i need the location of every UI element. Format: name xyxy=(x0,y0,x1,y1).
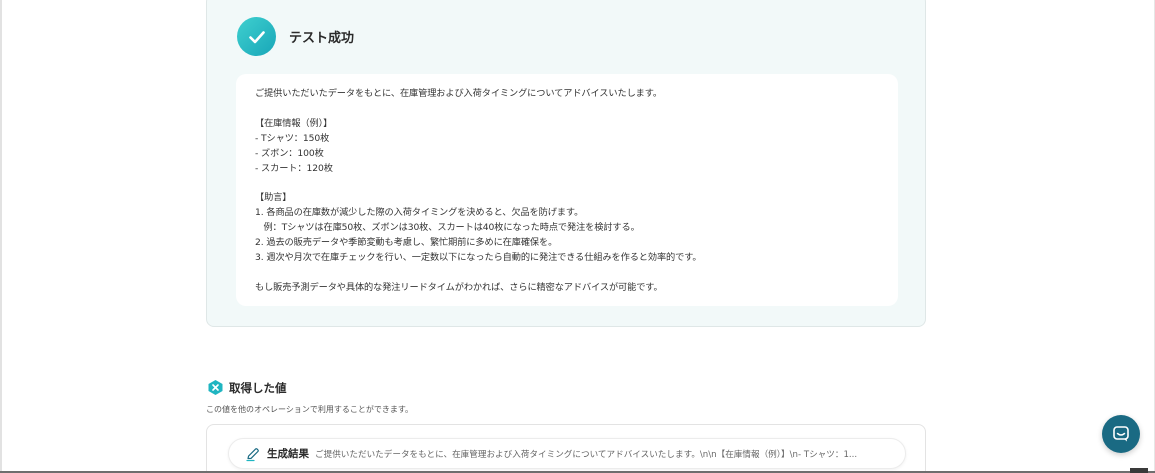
result-box: ご提供いただいたデータをもとに、在庫管理および入荷タイミングについてアドバイスい… xyxy=(236,74,898,306)
page: テスト成功 ご提供いただいたデータをもとに、在庫管理および入荷タイミングについて… xyxy=(0,0,1155,473)
result-text: ご提供いただいたデータをもとに、在庫管理および入荷タイミングについてアドバイスい… xyxy=(255,88,702,293)
chat-bubble-icon xyxy=(1113,426,1129,442)
acquired-value-text: ご提供いただいたデータをもとに、在庫管理および入荷タイミングについてアドバイスい… xyxy=(315,449,858,460)
acquired-values-card: 生成結果 ご提供いただいたデータをもとに、在庫管理および入荷タイミングについてア… xyxy=(206,424,926,473)
acquired-values-description: この値を他のオペレーションで利用することができます。 xyxy=(206,405,414,414)
test-success-card: テスト成功 ご提供いただいたデータをもとに、在庫管理および入荷タイミングについて… xyxy=(206,0,926,327)
resize-handle[interactable] xyxy=(1130,468,1148,473)
left-divider xyxy=(0,0,2,473)
check-icon xyxy=(237,17,276,56)
chat-button[interactable] xyxy=(1102,415,1140,453)
success-header: テスト成功 xyxy=(237,17,354,56)
acquired-values-header: 取得した値 xyxy=(207,379,287,396)
acquired-value-label: 生成結果 xyxy=(267,448,309,460)
x-badge-icon xyxy=(208,380,223,395)
acquired-values-title: 取得した値 xyxy=(229,380,287,395)
success-title: テスト成功 xyxy=(289,31,355,46)
acquired-value-row[interactable]: 生成結果 ご提供いただいたデータをもとに、在庫管理および入荷タイミングについてア… xyxy=(228,438,906,469)
pen-icon xyxy=(246,447,259,461)
